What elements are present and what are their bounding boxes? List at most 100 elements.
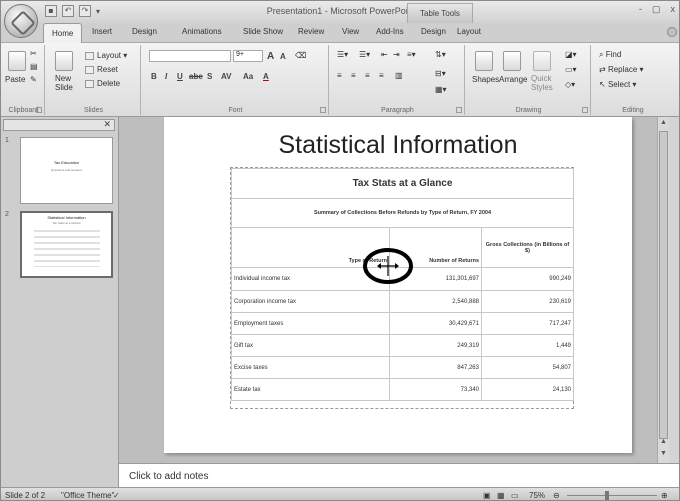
tab-review[interactable]: Review [298, 27, 324, 36]
paste-icon[interactable] [8, 51, 26, 71]
layout-button[interactable]: Layout ▾ [85, 51, 127, 60]
arrange-icon[interactable] [503, 51, 521, 71]
change-case-button[interactable]: Aa [243, 72, 253, 81]
table-cell[interactable]: Gift tax [231, 334, 390, 357]
table-cell[interactable]: 73,340 [389, 378, 482, 401]
new-slide-icon[interactable] [55, 51, 73, 71]
zoom-slider[interactable] [567, 495, 657, 496]
new-slide-button[interactable]: New Slide [55, 74, 73, 92]
help-icon[interactable] [667, 27, 677, 37]
tab-insert[interactable]: Insert [92, 27, 112, 36]
reset-button[interactable]: Reset [85, 65, 118, 74]
increase-indent-icon[interactable]: ⇥ [393, 50, 400, 59]
shapes-button[interactable]: Shapes [472, 75, 499, 84]
decrease-indent-icon[interactable]: ⇤ [381, 50, 388, 59]
numbering-icon[interactable]: ☰▾ [359, 50, 370, 59]
paragraph-launcher[interactable] [456, 107, 462, 113]
minimize-button[interactable]: - [639, 4, 642, 15]
table-cell[interactable]: 717,247 [481, 312, 574, 335]
align-center-icon[interactable]: ≡ [351, 71, 356, 80]
paste-button[interactable]: Paste [5, 75, 25, 84]
smartart-icon[interactable]: ▦▾ [435, 85, 447, 94]
office-button[interactable] [4, 4, 38, 38]
table-cell[interactable]: 30,429,671 [389, 312, 482, 335]
align-left-icon[interactable]: ≡ [337, 71, 342, 80]
align-right-icon[interactable]: ≡ [365, 71, 370, 80]
select-button[interactable]: ↖ Select ▾ [599, 80, 636, 89]
arrange-button[interactable]: Arrange [499, 75, 527, 84]
underline-button[interactable]: U [177, 72, 183, 81]
tab-table-design[interactable]: Design [421, 27, 446, 36]
shape-effects-icon[interactable]: ◇▾ [565, 80, 575, 89]
table-cell[interactable]: Estate tax [231, 378, 390, 401]
table-cell[interactable]: Employment taxes [231, 312, 390, 335]
table-cell[interactable]: 847,263 [389, 356, 482, 379]
line-spacing-icon[interactable]: ≡▾ [407, 50, 416, 59]
zoom-slider-thumb[interactable] [605, 491, 609, 500]
shape-outline-icon[interactable]: ▭▾ [565, 65, 577, 74]
slide-show-icon[interactable]: ▭ [511, 491, 519, 500]
table-frame[interactable]: Tax Stats at a Glance Summary of Collect… [230, 167, 574, 409]
find-button[interactable]: ⌕ Find [599, 50, 621, 60]
table-summary-cell[interactable]: Summary of Collections Before Refunds by… [231, 198, 574, 228]
bold-button[interactable]: B [151, 72, 157, 81]
font-color-button[interactable]: A [263, 72, 269, 81]
format-painter-icon[interactable]: ✎ [30, 75, 37, 84]
slide-sorter-icon[interactable]: ▦ [497, 491, 505, 500]
table-header-cell[interactable]: Gross Collections (in Billions of $) [481, 227, 574, 268]
delete-slide-button[interactable]: Delete [85, 79, 120, 88]
quick-styles-icon[interactable] [533, 51, 551, 71]
table-cell[interactable]: 24,130 [481, 378, 574, 401]
close-button[interactable]: x [671, 4, 676, 15]
spell-check-icon[interactable]: ✓ [113, 491, 120, 500]
tab-add-ins[interactable]: Add-Ins [376, 27, 404, 36]
font-size-combo[interactable]: 9+ [233, 50, 263, 62]
grow-font-button[interactable]: A [267, 51, 274, 62]
zoom-in-icon[interactable]: ⊕ [661, 491, 668, 500]
font-launcher[interactable] [320, 107, 326, 113]
notes-pane[interactable]: Click to add notes [119, 463, 679, 487]
copy-icon[interactable]: ▤ [30, 62, 38, 71]
columns-icon[interactable]: ▥ [395, 71, 403, 80]
notes-placeholder[interactable]: Click to add notes [129, 471, 209, 482]
tab-view[interactable]: View [342, 27, 359, 36]
align-text-icon[interactable]: ⊟▾ [435, 69, 446, 78]
table-title-cell[interactable]: Tax Stats at a Glance [231, 168, 574, 199]
cut-icon[interactable]: ✂ [30, 49, 37, 58]
previous-slide-icon[interactable]: ▲ [660, 438, 667, 445]
tab-slide-show[interactable]: Slide Show [243, 27, 283, 36]
text-direction-icon[interactable]: ⇅▾ [435, 50, 446, 59]
table-cell[interactable]: Corporation income tax [231, 290, 390, 313]
tab-animations[interactable]: Animations [182, 27, 222, 36]
scroll-thumb[interactable] [659, 131, 668, 439]
next-slide-icon[interactable]: ▼ [660, 450, 667, 457]
replace-button[interactable]: ⇄ Replace ▾ [599, 65, 644, 74]
vertical-scrollbar[interactable]: ▲ ▲ ▼ [657, 117, 669, 463]
clipboard-launcher[interactable] [36, 107, 42, 113]
close-pane-icon[interactable]: ✕ [103, 119, 111, 130]
shape-fill-icon[interactable]: ◪▾ [565, 50, 577, 59]
character-spacing-button[interactable]: AV [221, 72, 232, 81]
shadow-button[interactable]: S [207, 72, 212, 81]
slide-thumbnail-2[interactable]: Statistical Information Tax Stats at a G… [20, 211, 113, 278]
table-cell[interactable]: 230,619 [481, 290, 574, 313]
bullets-icon[interactable]: ☰▾ [337, 50, 348, 59]
drawing-launcher[interactable] [582, 107, 588, 113]
quick-styles-button[interactable]: Quick Styles [531, 74, 553, 92]
italic-button[interactable]: I [165, 72, 167, 81]
table-cell[interactable]: Excise taxes [231, 356, 390, 379]
slide-title[interactable]: Statistical Information [164, 131, 632, 160]
slide[interactable]: Statistical Information Tax Stats at a G… [164, 117, 632, 453]
table-cell[interactable]: 1,449 [481, 334, 574, 357]
strikethrough-button[interactable]: abe [189, 72, 203, 81]
normal-view-icon[interactable]: ▣ [483, 491, 491, 500]
tab-design[interactable]: Design [132, 27, 157, 36]
pane-tabs[interactable]: ✕ [3, 119, 115, 131]
slide-thumbnail-1[interactable]: Tax Education Questions and answers [20, 137, 113, 204]
clear-formatting-icon[interactable]: ⌫ [295, 51, 306, 60]
justify-icon[interactable]: ≡ [379, 71, 384, 80]
table-cell[interactable]: 990,249 [481, 267, 574, 291]
shrink-font-button[interactable]: A [280, 52, 286, 61]
zoom-level[interactable]: 75% [529, 491, 545, 500]
table-cell[interactable]: 249,319 [389, 334, 482, 357]
